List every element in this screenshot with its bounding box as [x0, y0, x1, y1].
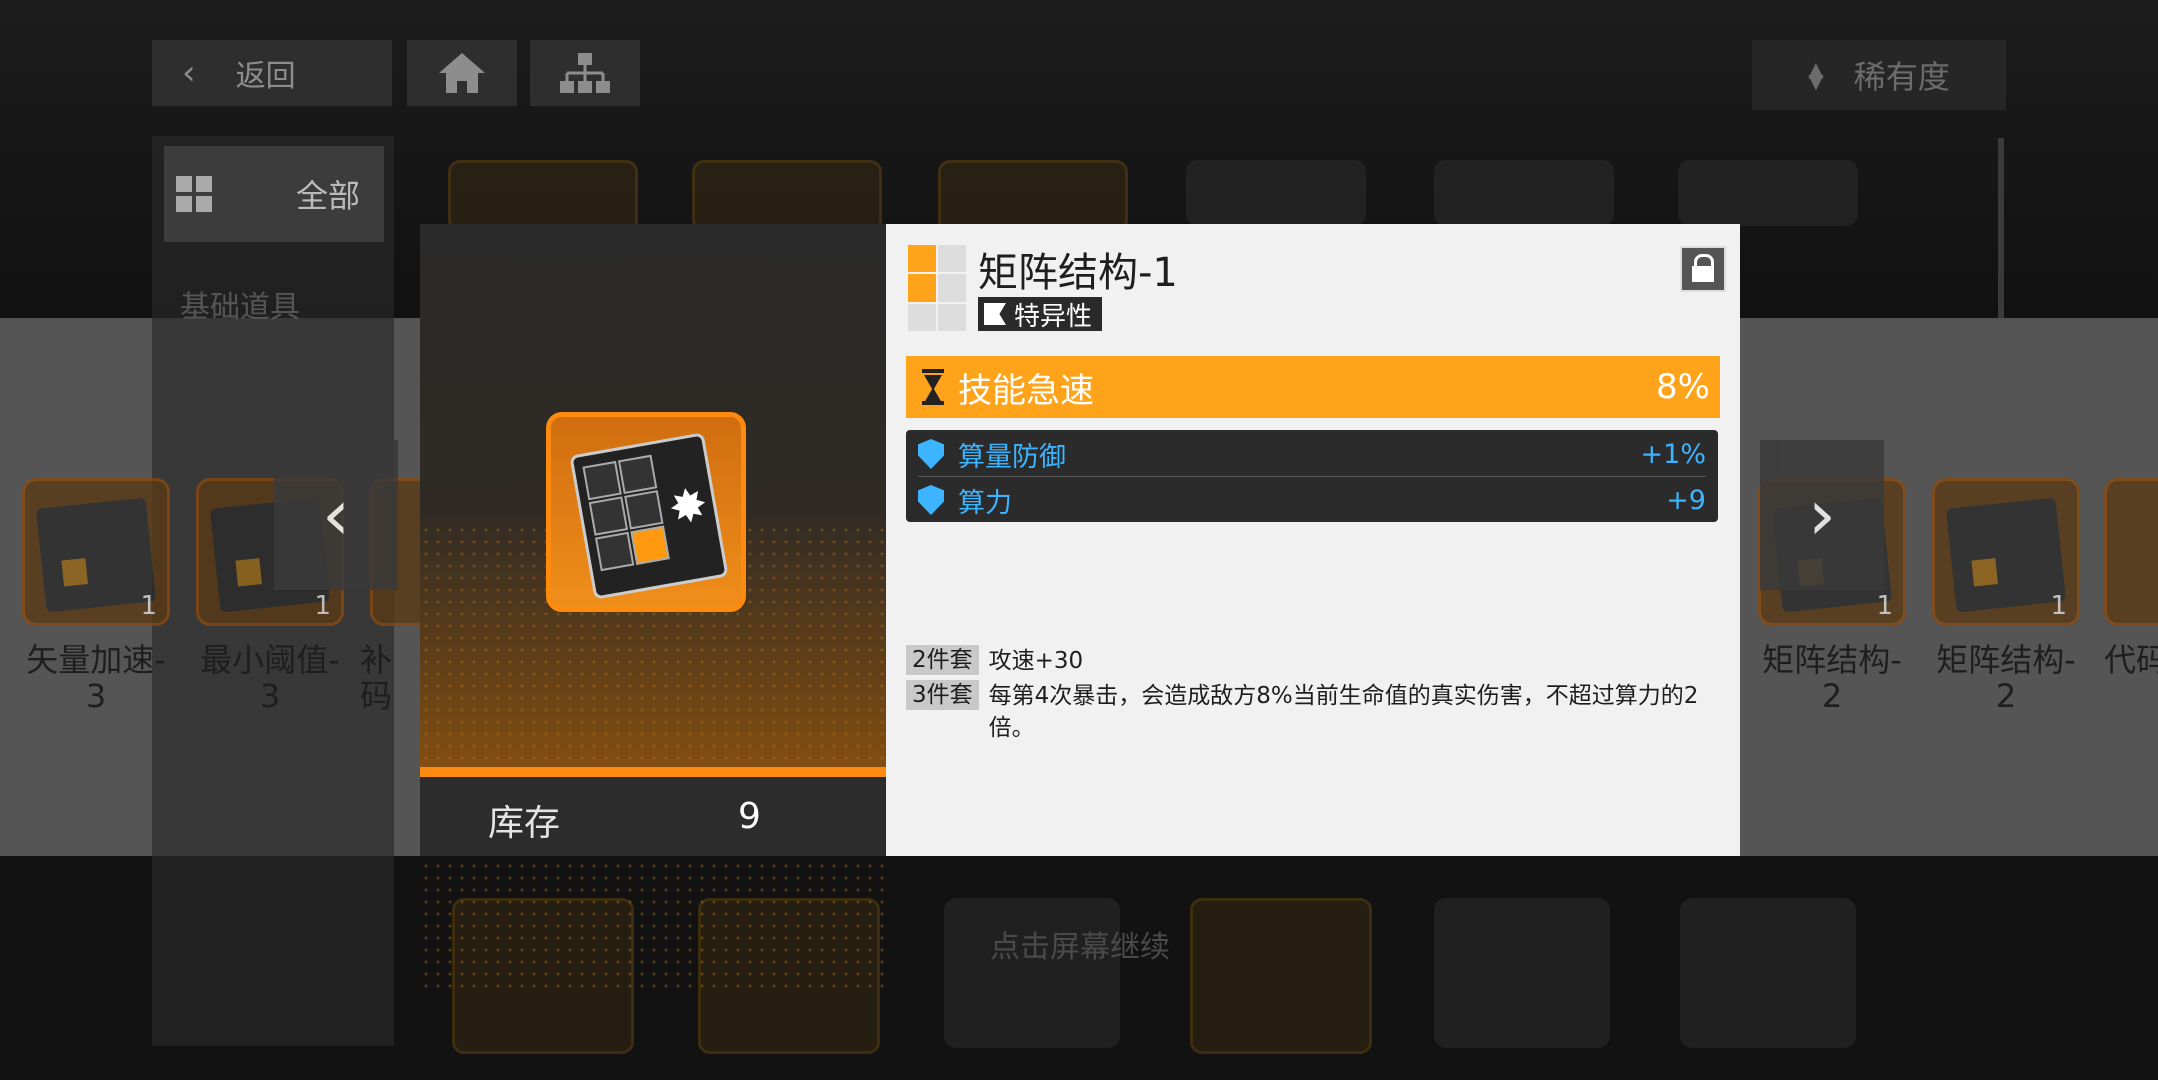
bg-item — [1190, 898, 1372, 1054]
bg-item — [1434, 898, 1610, 1048]
sub-stat-row: 算量防御 +1% — [918, 432, 1706, 476]
prev-item-button[interactable]: ‹ — [274, 440, 398, 590]
side-card[interactable] — [2104, 478, 2158, 626]
chip-art — [1945, 497, 2067, 613]
list-scrollbar[interactable] — [1998, 138, 2004, 318]
sub-stat-label: 算量防御 — [958, 441, 1066, 473]
stock-label: 库存 — [488, 803, 561, 844]
bg-item — [1678, 160, 1858, 226]
grid-icon — [176, 176, 212, 212]
divider — [918, 476, 1706, 477]
side-card-name: 代码 — [2104, 642, 2158, 678]
category-all[interactable]: 全部 — [164, 146, 384, 242]
stock-value: 9 — [738, 796, 761, 837]
chevron-right-icon: › — [1808, 474, 1836, 556]
main-stat-value: 8% — [1656, 367, 1710, 407]
next-item-button[interactable]: › — [1760, 440, 1884, 590]
main-stat: 技能急速 8% — [906, 356, 1720, 418]
lock-toggle[interactable] — [1680, 246, 1726, 292]
set-bonus-3: 3件套 每第4次暴击，会造成敌方8%当前生命值的真实伤害，不超过算力的2倍。 — [906, 680, 1718, 744]
sort-arrows-icon: ▲ ▼ — [1808, 57, 1824, 93]
bg-item — [448, 160, 638, 232]
bg-item — [692, 160, 882, 232]
item-tag: 特异性 — [978, 297, 1103, 332]
side-card-name: 最小阈值- 3 — [200, 641, 340, 715]
item-tag-label: 特异性 — [1014, 301, 1093, 332]
tap-to-continue[interactable]: 点击屏幕继续 — [990, 922, 1170, 966]
hierarchy-button[interactable] — [530, 40, 640, 106]
side-card-name: 矢量加速- 3 — [26, 641, 166, 715]
side-card-name: 矩阵结构- 2 — [1762, 641, 1902, 715]
shield-icon — [918, 485, 944, 515]
sub-stat-value: +1% — [1640, 438, 1706, 470]
side-card-name: 补码 — [360, 641, 393, 715]
card-count: 1 — [314, 591, 331, 621]
rarity-emblem-icon — [908, 245, 966, 331]
card-count: 1 — [2050, 591, 2067, 621]
side-card[interactable]: 1 — [22, 478, 170, 626]
home-button[interactable] — [407, 40, 517, 106]
burst-icon: ✸ — [664, 476, 712, 536]
bg-item — [938, 160, 1128, 232]
flag-icon — [984, 303, 1006, 325]
back-label: 返回 — [235, 59, 296, 94]
bg-item — [1186, 160, 1366, 226]
item-title: 矩阵结构-1 — [978, 250, 1178, 296]
shield-icon — [918, 439, 944, 469]
set-badge: 3件套 — [906, 680, 979, 710]
sub-stat-row: 算力 +9 — [918, 478, 1706, 522]
main-stat-label: 技能急速 — [958, 370, 1094, 411]
category-basic[interactable]: 基础道具 — [180, 282, 300, 326]
card-count: 1 — [140, 591, 157, 621]
chip-icon: ✸ — [569, 432, 729, 600]
bg-item — [944, 898, 1120, 1048]
chevron-left-icon: ‹ — [182, 53, 196, 93]
accent-stripe — [420, 767, 886, 777]
category-all-label: 全部 — [295, 177, 360, 215]
set-bonus-2: 2件套 攻速+30 — [906, 645, 1718, 677]
hourglass-icon — [922, 369, 944, 405]
item-icon: ✸ — [546, 412, 746, 612]
home-icon — [439, 53, 485, 93]
card-count: 1 — [1876, 591, 1893, 621]
bg-item — [1434, 160, 1614, 226]
sub-stat-value: +9 — [1666, 484, 1706, 516]
bg-item — [1680, 898, 1856, 1048]
chevron-left-icon: ‹ — [322, 474, 350, 556]
hierarchy-icon — [560, 53, 610, 93]
rarity-label: 稀有度 — [1853, 58, 1950, 96]
rarity-sort-button[interactable]: ▲ ▼ 稀有度 — [1752, 40, 2006, 110]
sub-stat-label: 算力 — [958, 487, 1012, 519]
side-card-name: 矩阵结构- 2 — [1936, 641, 2076, 715]
chip-art — [35, 497, 157, 613]
side-card[interactable]: 1 — [1932, 478, 2080, 626]
set-text: 每第4次暴击，会造成敌方8%当前生命值的真实伤害，不超过算力的2倍。 — [988, 683, 1699, 741]
set-text: 攻速+30 — [988, 648, 1084, 674]
set-badge: 2件套 — [906, 645, 979, 675]
sub-stats: 算量防御 +1% 算力 +9 — [906, 430, 1718, 522]
back-button[interactable]: ‹ 返回 — [152, 40, 392, 106]
